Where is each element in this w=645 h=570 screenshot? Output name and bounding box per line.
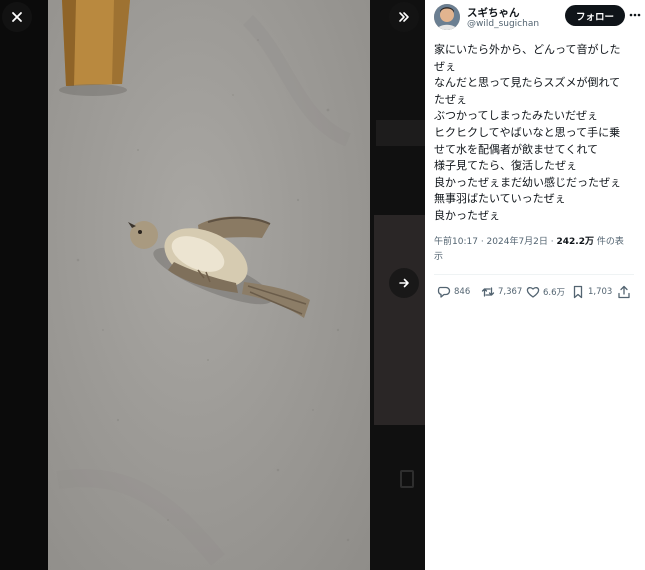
tweet-actions: 846 7,367 6.6万 1,703 xyxy=(434,282,638,302)
author-name[interactable]: スギちゃん xyxy=(467,5,520,20)
tweet-panel: スギちゃん @wild_sugichan フォロー 家にいたら外から、どんって音… xyxy=(425,0,645,570)
reply-button[interactable]: 846 xyxy=(437,282,470,302)
tweet-line: 家にいたら外から、どんって音がした xyxy=(434,43,621,56)
tweet-line: 様子見てたら、復活したぜぇ xyxy=(434,159,577,173)
bookmark-count: 1,703 xyxy=(588,287,613,297)
tweet-meta: 午前10:17 · 2024年7月2日 · 242.2万 件の表 示 xyxy=(434,235,640,265)
tweet-time[interactable]: 午前10:17 xyxy=(434,237,478,247)
views-label: 件の表 xyxy=(596,237,624,247)
close-icon xyxy=(12,12,22,22)
next-image-button[interactable] xyxy=(389,268,419,298)
tweet-line: なんだと思って見たらスズメが倒れて xyxy=(434,76,621,90)
media-viewer xyxy=(0,0,425,570)
sparrow xyxy=(128,216,310,318)
views-label-cont: 示 xyxy=(434,252,444,262)
more-icon xyxy=(629,13,641,17)
tweet-line: ぶつかってしまったみたいだぜぇ xyxy=(434,109,599,123)
bookmark-icon xyxy=(573,285,583,299)
divider xyxy=(434,274,634,275)
like-button[interactable]: 6.6万 xyxy=(526,282,565,302)
tweet-header: スギちゃん @wild_sugichan フォロー xyxy=(434,4,642,36)
expand-icon xyxy=(399,12,409,22)
tweet-line: せて水を配偶者が飲ませてくれて xyxy=(434,142,599,156)
sparrow-photo xyxy=(48,0,370,570)
tweet-line: たぜぇ xyxy=(434,92,467,106)
heart-icon xyxy=(526,287,540,298)
tweet-date[interactable]: 2024年7月2日 xyxy=(487,237,548,247)
wooden-stand-leg xyxy=(59,0,130,96)
reply-count: 846 xyxy=(454,287,471,297)
tweet-line: ヒクヒクしてやばいなと思って手に乗 xyxy=(434,125,621,139)
tweet-line: 良かったぜぇ xyxy=(434,208,500,222)
chevron-right-icon xyxy=(399,278,409,288)
expand-button[interactable] xyxy=(389,2,419,32)
tweet-line: 良かったぜぇまだ幼い感じだったぜぇ xyxy=(434,175,621,189)
reply-icon xyxy=(437,286,451,298)
repost-icon xyxy=(481,287,495,297)
author-handle[interactable]: @wild_sugichan xyxy=(467,19,539,29)
share-button[interactable] xyxy=(617,282,631,302)
views-count: 242.2万 xyxy=(556,237,594,247)
avatar-image xyxy=(434,4,460,30)
more-button[interactable] xyxy=(628,8,642,22)
tweet-line: ぜぇ xyxy=(434,59,456,73)
tweet-line: 無事羽ばたいていったぜぇ xyxy=(434,192,566,206)
share-icon xyxy=(618,285,630,299)
follow-button[interactable]: フォロー xyxy=(565,5,625,26)
bookmark-button[interactable]: 1,703 xyxy=(571,282,612,302)
close-button[interactable] xyxy=(2,2,32,32)
avatar[interactable] xyxy=(434,4,460,30)
sparrow-photo-drawing xyxy=(56,0,351,566)
tweet-text: 家にいたら外から、どんって音がした ぜぇ なんだと思って見たらスズメが倒れて た… xyxy=(434,42,640,225)
repost-count: 7,367 xyxy=(498,287,523,297)
repost-button[interactable]: 7,367 xyxy=(481,282,522,302)
like-count: 6.6万 xyxy=(543,288,566,298)
